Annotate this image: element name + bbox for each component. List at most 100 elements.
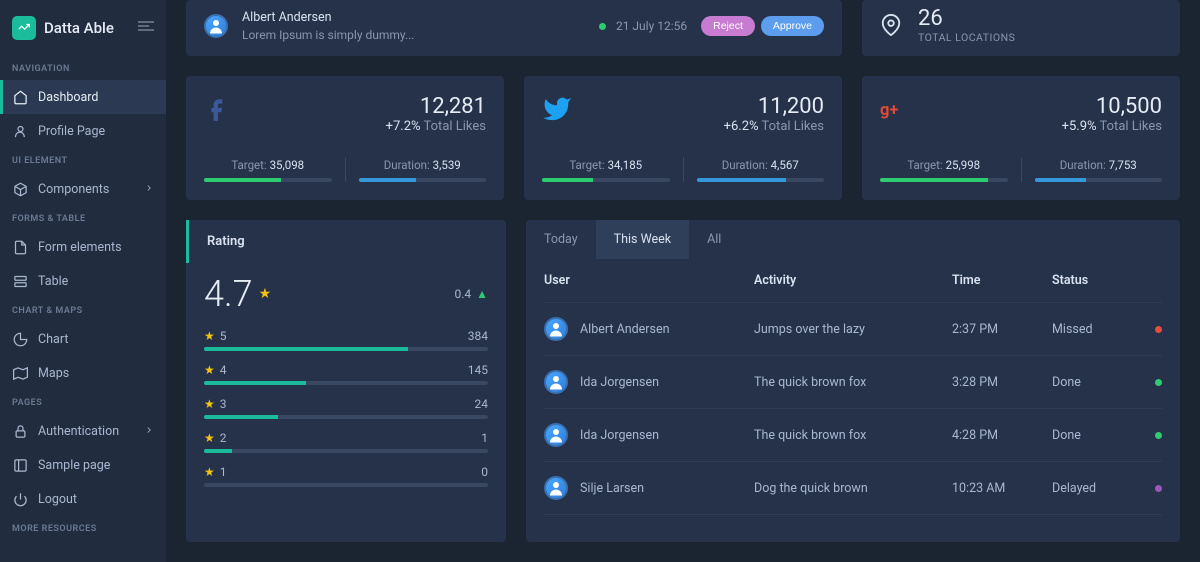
status-dot-icon <box>599 23 606 30</box>
rating-bar-label: ★ 3 <box>204 397 227 411</box>
target-label: Target: 35,098 <box>204 158 332 172</box>
th-activity: Activity <box>754 273 952 288</box>
notification-name: Albert Andersen <box>242 10 585 25</box>
logo-row: Datta Able <box>0 8 166 56</box>
gp-icon: g+ <box>880 94 910 124</box>
social-subtitle: +5.9% Total Likes <box>1062 119 1162 134</box>
chevron-right-icon <box>144 424 154 439</box>
th-status: Status <box>1052 273 1162 288</box>
arrow-up-icon: ▲ <box>476 287 488 301</box>
map-icon <box>12 365 28 381</box>
rating-bar-label: ★ 5 <box>204 329 227 343</box>
sidebar-item-auth[interactable]: Authentication <box>0 414 166 448</box>
sidebar-item-label: Dashboard <box>38 90 98 105</box>
sidebar-item-dashboard[interactable]: Dashboard <box>0 80 166 114</box>
sidebar-item-maps[interactable]: Maps <box>0 356 166 390</box>
pie-icon <box>12 331 28 347</box>
row-status: Done <box>1052 375 1162 390</box>
row-activity: Dog the quick brown <box>754 481 952 496</box>
rating-bar-count: 145 <box>468 363 488 377</box>
row-activity: Jumps over the lazy <box>754 322 952 337</box>
status-dot-icon <box>1155 326 1162 333</box>
rating-bar-row: ★ 1 0 <box>204 465 488 487</box>
avatar <box>544 423 568 447</box>
table-row[interactable]: Ida Jorgensen The quick brown fox 3:28 P… <box>544 356 1162 409</box>
notification-time: 21 July 12:56 <box>616 19 687 33</box>
duration-label: Duration: 4,567 <box>697 158 825 172</box>
pin-icon <box>880 14 902 36</box>
sidebar-item-label: Logout <box>38 492 77 507</box>
collapse-icon[interactable] <box>138 20 154 36</box>
sidebar-item-logout[interactable]: Logout <box>0 482 166 516</box>
table-row[interactable]: Albert Andersen Jumps over the lazy 2:37… <box>544 303 1162 356</box>
avatar <box>544 317 568 341</box>
star-icon: ★ <box>204 465 215 479</box>
table-head: User Activity Time Status <box>544 259 1162 303</box>
status-dot-icon <box>1155 379 1162 386</box>
sidebar: Datta Able NAVIGATION Dashboard Profile … <box>0 0 166 562</box>
activity-card: Today This Week All User Activity Time S… <box>526 220 1180 542</box>
row-time: 3:28 PM <box>952 375 1052 390</box>
sidebar-item-components[interactable]: Components <box>0 172 166 206</box>
rating-bar-row: ★ 2 1 <box>204 431 488 453</box>
fb-icon <box>204 94 234 124</box>
sidebar-item-sample[interactable]: Sample page <box>0 448 166 482</box>
sidebar-item-label: Sample page <box>38 458 110 473</box>
rating-bar-label: ★ 4 <box>204 363 227 377</box>
notification-desc: Lorem Ipsum is simply dummy... <box>242 28 585 42</box>
sidebar-item-label: Components <box>38 182 109 197</box>
target-label: Target: 25,998 <box>880 158 1008 172</box>
approve-button[interactable]: Approve <box>761 16 824 36</box>
nav-heading-ui: UI ELEMENT <box>0 148 166 172</box>
social-count: 10,500 <box>1062 94 1162 119</box>
th-user: User <box>544 273 754 288</box>
rating-bar-count: 0 <box>481 465 488 479</box>
sidebar-item-chart[interactable]: Chart <box>0 322 166 356</box>
locations-label: TOTAL LOCATIONS <box>918 31 1015 44</box>
social-card-fb: 12,281 +7.2% Total Likes Target: 35,098 … <box>186 76 504 200</box>
star-icon: ★ <box>204 363 215 377</box>
social-card-tw: 11,200 +6.2% Total Likes Target: 34,185 … <box>524 76 842 200</box>
row-user-name: Ida Jorgensen <box>580 428 659 443</box>
rating-bar-row: ★ 5 384 <box>204 329 488 351</box>
lock-icon <box>12 423 28 439</box>
sidebar-icon <box>12 457 28 473</box>
tw-icon <box>542 94 572 124</box>
row-time: 2:37 PM <box>952 322 1052 337</box>
status-dot-icon <box>1155 485 1162 492</box>
sidebar-item-table[interactable]: Table <box>0 264 166 298</box>
social-card-gp: g+ 10,500 +5.9% Total Likes Target: 25,9… <box>862 76 1180 200</box>
row-time: 4:28 PM <box>952 428 1052 443</box>
nav-heading-forms: FORMS & TABLE <box>0 206 166 230</box>
rating-score-value: 4.7 <box>204 273 253 315</box>
social-subtitle: +7.2% Total Likes <box>386 119 486 134</box>
tab-this-week[interactable]: This Week <box>596 220 689 259</box>
row-status: Done <box>1052 428 1162 443</box>
star-icon: ★ <box>204 397 215 411</box>
avatar <box>544 370 568 394</box>
sidebar-item-profile[interactable]: Profile Page <box>0 114 166 148</box>
rating-bar-row: ★ 3 24 <box>204 397 488 419</box>
rating-bar-row: ★ 4 145 <box>204 363 488 385</box>
home-icon <box>12 89 28 105</box>
social-count: 11,200 <box>724 94 824 119</box>
tab-today[interactable]: Today <box>526 220 596 259</box>
sidebar-item-label: Authentication <box>38 424 119 439</box>
target-label: Target: 34,185 <box>542 158 670 172</box>
chevron-right-icon <box>144 182 154 197</box>
reject-button[interactable]: Reject <box>701 16 755 36</box>
sidebar-item-label: Form elements <box>38 240 122 255</box>
sidebar-item-form-elements[interactable]: Form elements <box>0 230 166 264</box>
avatar <box>204 14 228 38</box>
star-icon: ★ <box>204 431 215 445</box>
rating-bar-count: 384 <box>468 329 488 343</box>
tab-all[interactable]: All <box>689 220 739 259</box>
avatar <box>544 476 568 500</box>
rating-bar-count: 24 <box>475 397 489 411</box>
table-row[interactable]: Silje Larsen Dog the quick brown 10:23 A… <box>544 462 1162 515</box>
star-icon: ★ <box>204 329 215 343</box>
rating-bar-label: ★ 1 <box>204 465 227 479</box>
row-user-name: Albert Andersen <box>580 322 670 337</box>
rating-delta: 0.4 ▲ <box>454 287 488 301</box>
table-row[interactable]: Ida Jorgensen The quick brown fox 4:28 P… <box>544 409 1162 462</box>
